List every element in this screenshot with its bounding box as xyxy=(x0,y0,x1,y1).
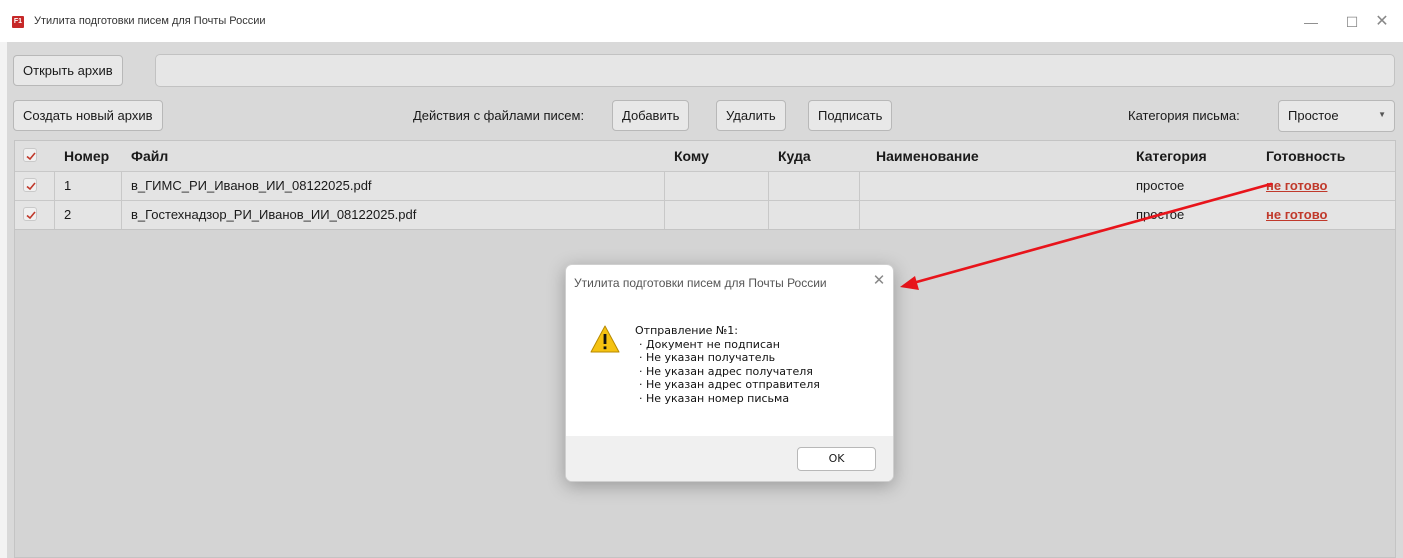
file-actions-label: Действия с файлами писем: xyxy=(413,108,585,123)
checkmark-icon xyxy=(26,211,36,220)
window-title: Утилита подготовки писем для Почты Росси… xyxy=(34,15,266,27)
dialog-footer: OK xyxy=(566,436,893,481)
cell-category: простое xyxy=(1136,178,1185,193)
cell-category: простое xyxy=(1136,207,1185,222)
table-row[interactable]: 1 в_ГИМС_РИ_Иванов_ИИ_08122025.pdf прост… xyxy=(15,171,1395,201)
column-status[interactable]: Готовность xyxy=(1266,148,1345,164)
column-file[interactable]: Файл xyxy=(131,148,168,164)
app-icon: F1 xyxy=(12,16,24,28)
category-select-value: Простое xyxy=(1288,108,1339,123)
table-header: Номер Файл Кому Куда Наименование Катего… xyxy=(15,141,1395,171)
message-item: · Не указан номер письма xyxy=(639,391,790,405)
message-heading: Отправление №1: xyxy=(635,324,739,337)
status-link[interactable]: не готово xyxy=(1266,207,1327,222)
message-item: · Не указан адрес отправителя xyxy=(639,378,820,391)
table-row[interactable]: 2 в_Гостехнадзор_РИ_Иванов_ИИ_08122025.p… xyxy=(15,200,1395,230)
create-archive-button[interactable]: Создать новый архив xyxy=(13,100,163,131)
minimize-button[interactable]: — xyxy=(1288,8,1334,36)
column-category[interactable]: Категория xyxy=(1136,148,1207,164)
dialog-message: Отправление №1: · Документ не подписан ·… xyxy=(635,324,820,405)
delete-button[interactable]: Удалить xyxy=(716,100,786,131)
chevron-down-icon: ▼ xyxy=(1378,110,1386,119)
warning-icon xyxy=(590,325,620,353)
close-icon[interactable]: ✕ xyxy=(869,271,889,291)
sign-button[interactable]: Подписать xyxy=(808,100,893,131)
category-label: Категория письма: xyxy=(1128,108,1240,123)
message-item: · Документ не подписан xyxy=(639,337,780,351)
column-to[interactable]: Кому xyxy=(674,148,709,164)
select-all-checkbox[interactable] xyxy=(23,148,37,162)
message-item: · Не указан адрес получателя xyxy=(639,364,813,378)
warning-dialog: Утилита подготовки писем для Почты Росси… xyxy=(565,264,894,482)
archive-path-field[interactable] xyxy=(155,54,1395,87)
category-select[interactable]: Простое ▼ xyxy=(1278,100,1395,132)
cell-number: 2 xyxy=(64,207,72,222)
app-window: F1 Утилита подготовки писем для Почты Ро… xyxy=(0,0,1403,558)
status-link[interactable]: не готово xyxy=(1266,178,1327,193)
ok-button[interactable]: OK xyxy=(797,447,876,471)
dialog-title: Утилита подготовки писем для Почты Росси… xyxy=(574,276,827,290)
cell-file: в_Гостехнадзор_РИ_Иванов_ИИ_08122025.pdf xyxy=(131,207,417,222)
cell-file: в_ГИМС_РИ_Иванов_ИИ_08122025.pdf xyxy=(131,178,372,193)
column-name[interactable]: Наименование xyxy=(876,148,979,164)
checkmark-icon xyxy=(26,182,36,191)
column-number[interactable]: Номер xyxy=(64,148,109,164)
add-button[interactable]: Добавить xyxy=(612,100,690,131)
checkmark-icon xyxy=(26,152,36,161)
open-archive-button[interactable]: Открыть архив xyxy=(13,55,123,86)
title-bar: F1 Утилита подготовки писем для Почты Ро… xyxy=(0,0,1403,42)
row-checkbox[interactable] xyxy=(23,178,37,192)
close-button[interactable]: ✕ xyxy=(1359,8,1403,36)
row-checkbox[interactable] xyxy=(23,207,37,221)
column-where[interactable]: Куда xyxy=(778,148,811,164)
message-item: · Не указан получатель xyxy=(639,351,776,364)
cell-number: 1 xyxy=(64,178,72,193)
